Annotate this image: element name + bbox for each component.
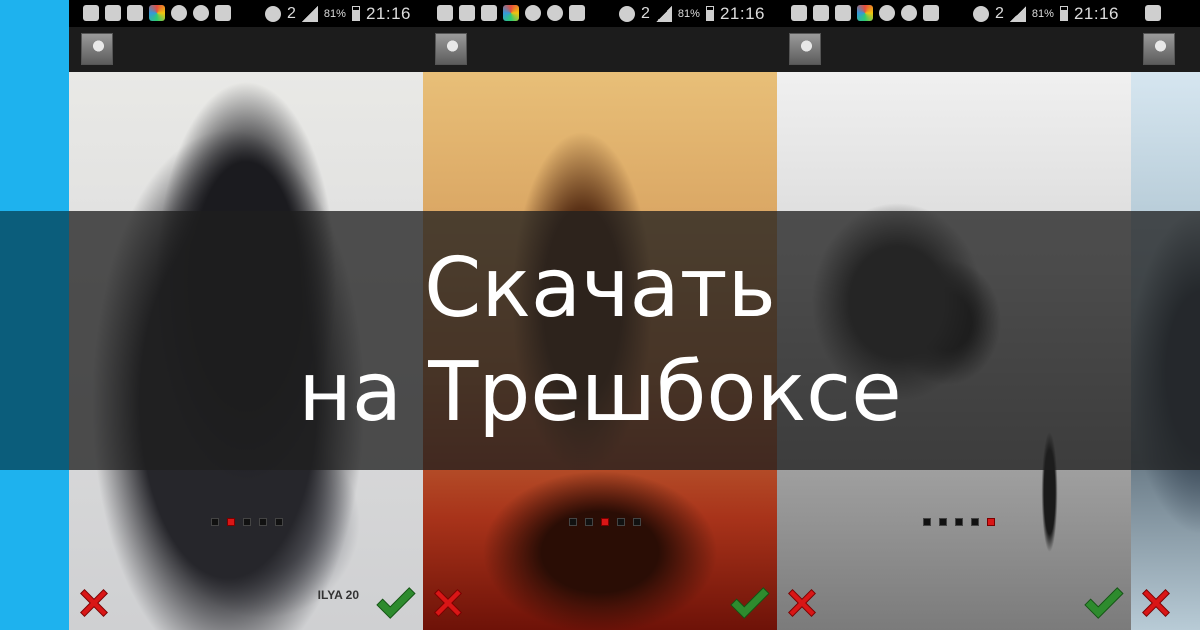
wifi-icon — [973, 5, 990, 22]
red-x-icon[interactable] — [783, 584, 821, 622]
message-icon — [569, 5, 585, 21]
viber-icon — [193, 5, 209, 21]
promo-screenshot: 2 81% 21:16 ILYA 20 2 81% 21:16 2 81% 21… — [0, 0, 1200, 630]
app-avatar[interactable] — [435, 33, 467, 65]
app-bar — [1131, 27, 1200, 72]
notification-icons — [83, 5, 231, 21]
notification-icons — [791, 5, 939, 21]
red-x-icon[interactable] — [75, 584, 113, 622]
notification-icons — [1145, 5, 1161, 21]
mail-icon — [835, 5, 851, 21]
network-indicator: 2 — [995, 4, 1004, 22]
app-bar — [423, 27, 777, 72]
page-dot[interactable] — [955, 518, 963, 526]
green-check-icon[interactable] — [1081, 584, 1125, 622]
pager-dots — [211, 518, 283, 526]
page-dot[interactable] — [259, 518, 267, 526]
system-icons: 2 81% 21:16 — [265, 4, 411, 24]
page-dot[interactable] — [617, 518, 625, 526]
network-indicator: 2 — [641, 4, 650, 22]
app-color-icon — [503, 5, 519, 21]
chat-icon — [791, 5, 807, 21]
heart-icon — [525, 5, 541, 21]
message-icon — [923, 5, 939, 21]
clock: 21:16 — [1073, 3, 1119, 23]
signal-icon — [1009, 5, 1026, 22]
red-x-icon[interactable] — [429, 584, 467, 622]
heart-icon — [879, 5, 895, 21]
notification-icons — [437, 5, 585, 21]
viber-icon — [901, 5, 917, 21]
app-bar — [777, 27, 1131, 72]
page-dot-active[interactable] — [987, 518, 995, 526]
clock: 21:16 — [365, 3, 411, 23]
battery-icon — [351, 6, 360, 21]
battery-level: 81% — [677, 7, 700, 20]
page-dot[interactable] — [243, 518, 251, 526]
heart-icon — [171, 5, 187, 21]
app-avatar[interactable] — [81, 33, 113, 65]
app-color-icon — [149, 5, 165, 21]
banner-line-2: на Трешбоксе — [298, 344, 902, 440]
battery-icon — [705, 6, 714, 21]
green-check-icon[interactable] — [727, 584, 771, 622]
green-check-icon[interactable] — [373, 584, 417, 622]
system-icons: 2 81% 21:16 — [619, 4, 765, 24]
banner-line-1: Скачать — [424, 240, 776, 336]
status-bar — [1131, 0, 1200, 27]
pager-dots — [923, 518, 995, 526]
battery-level: 81% — [323, 7, 346, 20]
page-dot[interactable] — [275, 518, 283, 526]
message-icon — [215, 5, 231, 21]
artist-signature: ILYA 20 — [317, 588, 359, 602]
status-bar: 2 81% 21:16 — [423, 0, 777, 27]
app-avatar[interactable] — [789, 33, 821, 65]
chat-icon — [1145, 5, 1161, 21]
clock: 21:16 — [719, 3, 765, 23]
viber-icon — [547, 5, 563, 21]
status-bar: 2 81% 21:16 — [777, 0, 1131, 27]
chat-icon — [83, 5, 99, 21]
page-dot[interactable] — [939, 518, 947, 526]
image-icon — [459, 5, 475, 21]
wifi-icon — [619, 5, 636, 22]
wifi-icon — [265, 5, 282, 22]
mail-icon — [127, 5, 143, 21]
app-bar — [69, 27, 423, 72]
page-dot[interactable] — [923, 518, 931, 526]
battery-icon — [1059, 6, 1068, 21]
signal-icon — [301, 5, 318, 22]
system-icons: 2 81% 21:16 — [973, 4, 1119, 24]
image-icon — [105, 5, 121, 21]
network-indicator: 2 — [287, 4, 296, 22]
page-dot-active[interactable] — [601, 518, 609, 526]
chat-icon — [437, 5, 453, 21]
image-icon — [813, 5, 829, 21]
page-dot[interactable] — [633, 518, 641, 526]
battery-level: 81% — [1031, 7, 1054, 20]
promo-banner-text[interactable]: Скачать на Трешбоксе — [0, 211, 1200, 470]
app-color-icon — [857, 5, 873, 21]
mail-icon — [481, 5, 497, 21]
page-dot-active[interactable] — [227, 518, 235, 526]
signal-icon — [655, 5, 672, 22]
page-dot[interactable] — [585, 518, 593, 526]
app-avatar[interactable] — [1143, 33, 1175, 65]
status-bar: 2 81% 21:16 — [69, 0, 423, 27]
red-x-icon[interactable] — [1137, 584, 1175, 622]
pager-dots — [569, 518, 641, 526]
page-dot[interactable] — [211, 518, 219, 526]
page-dot[interactable] — [971, 518, 979, 526]
page-dot[interactable] — [569, 518, 577, 526]
